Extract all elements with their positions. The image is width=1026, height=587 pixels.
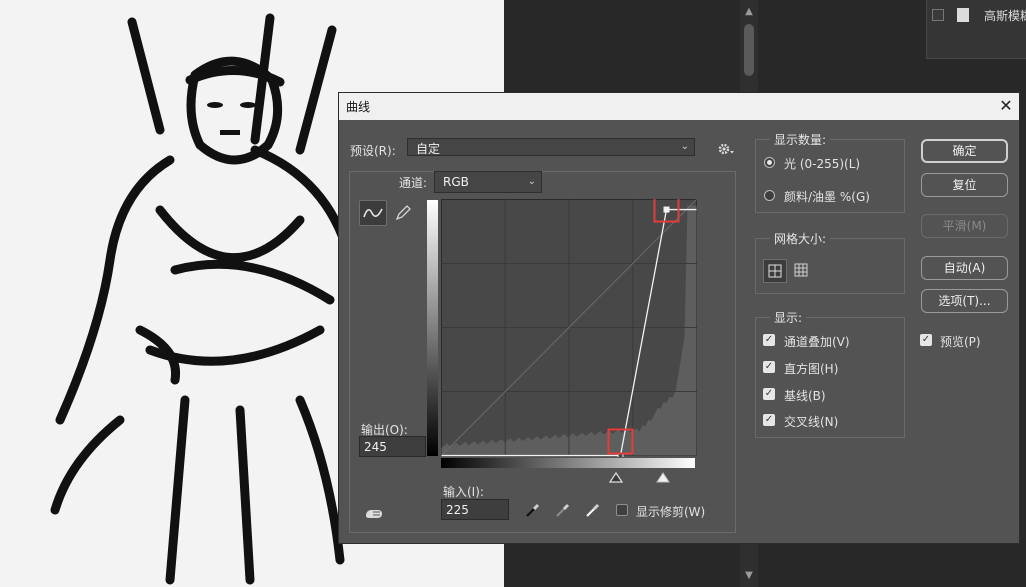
gear-icon[interactable] (717, 141, 735, 157)
document-icon (957, 8, 969, 22)
show-options-title: 显示: (770, 309, 807, 326)
pencil-tool[interactable] (392, 202, 414, 224)
white-point-slider[interactable] (656, 471, 670, 486)
pigment-radio[interactable] (764, 190, 775, 201)
preset-label: 预设(R): (350, 144, 396, 158)
chevron-down-icon: ⌄ (527, 176, 536, 187)
input-gradient-bar (441, 458, 695, 468)
curve-control-point[interactable] (663, 206, 670, 213)
pencil-icon (395, 205, 411, 221)
baseline-label: 基线(B) (784, 389, 826, 403)
hand-pointer-icon (366, 510, 382, 518)
options-button[interactable]: 选项(T)... (921, 289, 1008, 313)
grid-4-icon (768, 264, 782, 278)
pigment-radio-label: 颜料/油墨 %(G) (784, 190, 870, 204)
white-eyedropper[interactable] (584, 501, 602, 519)
detailed-grid-button[interactable] (790, 259, 814, 283)
curve-graph[interactable] (441, 199, 697, 457)
eyedropper-gray-icon (556, 503, 570, 517)
layer-visibility-checkbox[interactable] (932, 9, 944, 21)
scroll-up-icon[interactable]: ▲ (744, 6, 754, 18)
output-gradient-bar (427, 200, 438, 456)
dialog-titlebar[interactable] (339, 93, 1019, 120)
intersection-line-checkbox[interactable]: ✓ (763, 414, 775, 426)
display-amount-title: 显示数量: (770, 131, 831, 148)
channel-value: RGB (443, 175, 469, 189)
close-icon[interactable]: ✕ (995, 95, 1017, 117)
grid-size-title: 网格大小: (770, 230, 831, 247)
ok-button[interactable]: 确定 (921, 139, 1008, 163)
black-eyedropper[interactable] (524, 501, 542, 519)
light-radio-label: 光 (0-255)(L) (784, 157, 861, 171)
histogram-checkbox[interactable]: ✓ (763, 361, 775, 373)
channel-select[interactable]: RGB ⌄ (434, 171, 542, 193)
output-input[interactable]: 245 (359, 436, 426, 457)
eyedropper-black-icon (526, 503, 540, 517)
gray-eyedropper[interactable] (554, 501, 572, 519)
slider-triangle-icon (608, 471, 624, 483)
preview-label: 预览(P) (940, 335, 981, 349)
preset-value: 自定 (416, 142, 441, 156)
auto-button[interactable]: 自动(A) (921, 256, 1008, 280)
grid-10-icon (794, 263, 808, 277)
smooth-button[interactable]: 平滑(M) (921, 214, 1008, 238)
baseline-checkbox[interactable]: ✓ (763, 388, 775, 400)
intersection-line-label: 交叉线(N) (784, 415, 839, 429)
preview-checkbox[interactable]: ✓ (920, 334, 932, 346)
channel-overlay-label: 通道叠加(V) (784, 335, 850, 349)
input-label: 输入(I): (443, 485, 484, 499)
eyedropper-white-icon (586, 503, 600, 517)
chevron-down-icon: ⌄ (680, 141, 689, 152)
input-input[interactable]: 225 (441, 499, 509, 520)
channel-label: 通道: (397, 174, 430, 191)
simple-grid-button[interactable] (763, 259, 787, 283)
scrollbar-thumb[interactable] (744, 24, 754, 76)
show-clipping-label: 显示修剪(W) (636, 505, 706, 519)
show-clipping-checkbox[interactable] (616, 504, 628, 516)
dialog-title: 曲线 (346, 100, 371, 114)
scroll-down-icon[interactable]: ▼ (744, 570, 754, 582)
reset-button[interactable]: 复位 (921, 173, 1008, 197)
curve-point-tool[interactable] (359, 200, 387, 226)
curve-tool-icon (363, 208, 383, 218)
channel-overlay-checkbox[interactable]: ✓ (763, 334, 775, 346)
preset-select[interactable]: 自定 ⌄ (407, 138, 695, 156)
layer-name[interactable]: 高斯模糊 (984, 7, 1026, 24)
slider-triangle-icon (656, 472, 670, 483)
light-radio[interactable] (764, 157, 775, 168)
black-point-slider[interactable] (608, 471, 624, 486)
histogram-label: 直方图(H) (784, 362, 839, 376)
target-adjust-tool[interactable] (363, 504, 385, 522)
